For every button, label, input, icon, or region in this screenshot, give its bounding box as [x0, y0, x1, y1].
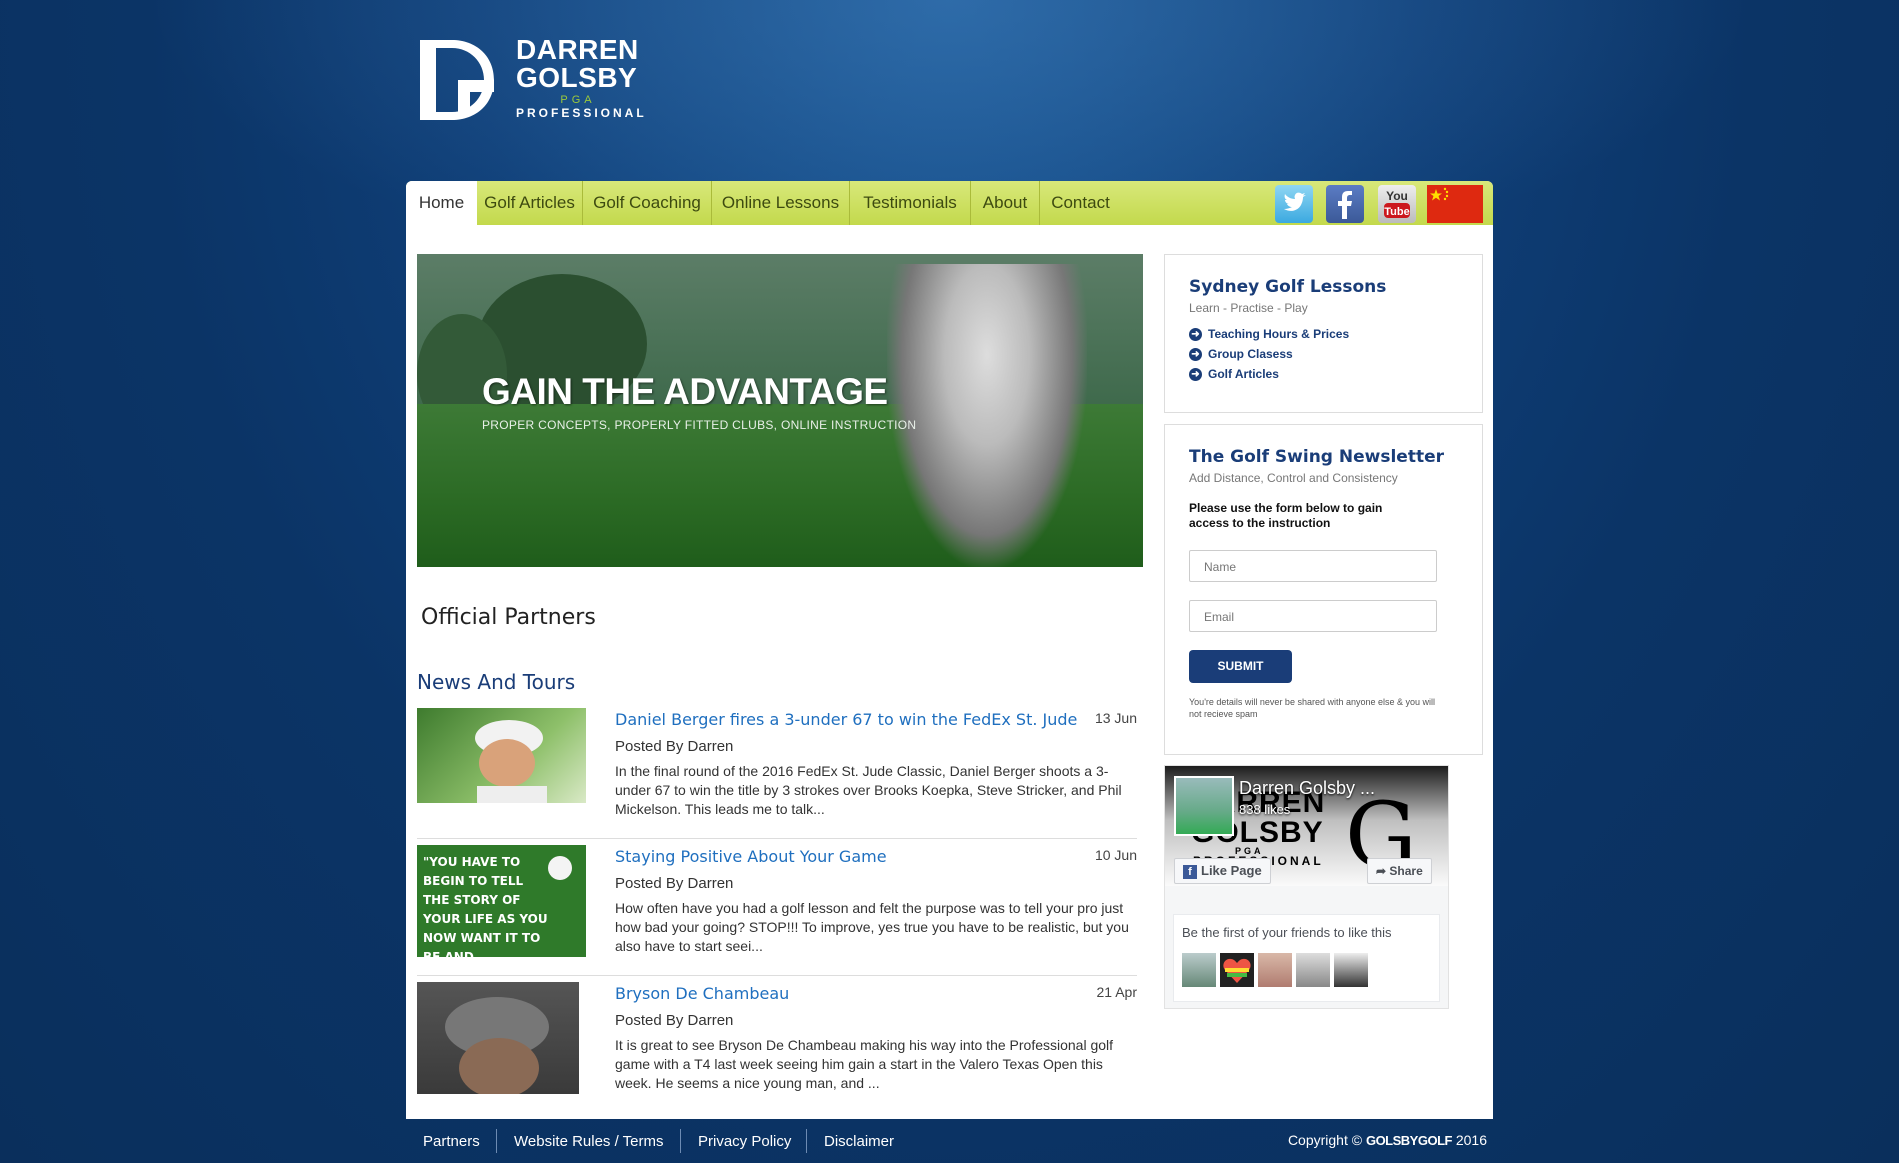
youtube-icon[interactable]: You Tube [1378, 185, 1416, 223]
news-excerpt: How often have you had a golf lesson and… [615, 900, 1129, 954]
twitter-icon[interactable] [1275, 185, 1313, 223]
news-title-link[interactable]: Daniel Berger fires a 3-under 67 to win … [615, 710, 1077, 729]
friend-avatar[interactable] [1258, 953, 1292, 987]
link-golf-articles[interactable]: ➜ Golf Articles [1189, 367, 1279, 382]
share-arrow-icon: ➦ [1376, 864, 1387, 878]
footer-partners-link[interactable]: Partners [423, 1133, 480, 1150]
friend-avatar[interactable] [1334, 953, 1368, 987]
footer: Partners Website Rules / Terms Privacy P… [406, 1119, 1493, 1163]
newsletter-subtitle: Add Distance, Control and Consistency [1189, 471, 1398, 485]
fb-cover[interactable]: DARRENGOLSBY PGA PROFESSIONAL G Darren G… [1165, 766, 1448, 886]
site-logo[interactable]: DARREN GOLSBY PGA PROFESSIONAL [414, 36, 644, 122]
nav-home[interactable]: Home [406, 181, 477, 225]
copyright-year: 2016 [1455, 1132, 1487, 1148]
footer-rules-link[interactable]: Website Rules / Terms [514, 1133, 664, 1150]
friend-avatar[interactable] [1296, 953, 1330, 987]
hero-title: GAIN THE ADVANTAGE [482, 371, 888, 412]
news-title-link[interactable]: Bryson De Chambeau [615, 984, 789, 1003]
fb-share-button[interactable]: ➦ Share [1367, 858, 1432, 884]
footer-divider [806, 1129, 807, 1153]
email-input[interactable]: Email [1189, 600, 1437, 632]
lessons-subtitle: Learn - Practise - Play [1189, 301, 1308, 315]
news-title-link[interactable]: Staying Positive About Your Game [615, 847, 887, 866]
news-item: Daniel Berger fires a 3-under 67 to win … [417, 700, 1137, 839]
copyright-prefix: Copyright © [1287, 1132, 1363, 1148]
news-author: Posted By Darren [615, 1012, 734, 1029]
fb-like-page-button[interactable]: f Like Page [1174, 858, 1271, 884]
name-input[interactable]: Name [1189, 550, 1437, 582]
hero-subtitle: PROPER CONCEPTS, PROPERLY FITTED CLUBS, … [482, 418, 917, 432]
nav-golf-articles[interactable]: Golf Articles [477, 181, 583, 225]
newsletter-title: The Golf Swing Newsletter [1189, 447, 1444, 467]
main-nav: Home Golf Articles Golf Coaching Online … [406, 181, 1493, 225]
copyright-brand: GOLSBYGOLF [1365, 1133, 1453, 1148]
newsletter-box: The Golf Swing Newsletter Add Distance, … [1164, 424, 1483, 755]
logo-pga: PGA [560, 94, 596, 106]
news-item: "YOU HAVE TO BEGIN TO TELL THE STORY OF … [417, 837, 1137, 976]
footer-disclaimer-link[interactable]: Disclaimer [824, 1133, 894, 1150]
news-date: 13 Jun [1094, 710, 1137, 726]
fb-avatar[interactable] [1174, 776, 1234, 836]
link-label: Golf Articles [1208, 367, 1279, 381]
arrow-right-icon: ➜ [1189, 348, 1202, 362]
main-container: Home Golf Articles Golf Coaching Online … [406, 181, 1493, 1119]
logo-text: DARREN GOLSBY PGA PROFESSIONAL [516, 34, 647, 121]
link-teaching-hours[interactable]: ➜ Teaching Hours & Prices [1189, 327, 1350, 342]
newsletter-instruction: Please use the form below to gain access… [1189, 501, 1383, 530]
nav-testimonials[interactable]: Testimonials [850, 181, 971, 225]
fb-like-label: Like Page [1201, 863, 1262, 878]
svg-text:Tube: Tube [1384, 206, 1409, 218]
fb-friends-text: Be the first of your friends to like thi… [1182, 925, 1392, 940]
facebook-page-widget: DARRENGOLSBY PGA PROFESSIONAL G Darren G… [1164, 765, 1449, 1009]
hero-golfer [887, 264, 1087, 567]
fb-page-name[interactable]: Darren Golsby ... [1239, 778, 1375, 799]
fb-likes-count: 838 likes [1239, 802, 1291, 817]
nav-about[interactable]: About [971, 181, 1040, 225]
link-label: Teaching Hours & Prices [1208, 327, 1350, 341]
footer-divider [680, 1129, 681, 1153]
china-flag-icon[interactable] [1427, 185, 1483, 223]
arrow-right-icon: ➜ [1189, 368, 1202, 382]
arrow-right-icon: ➜ [1189, 328, 1202, 342]
news-excerpt: It is great to see Bryson De Chambeau ma… [615, 1037, 1114, 1091]
footer-divider [496, 1129, 497, 1153]
news-thumbnail[interactable] [417, 982, 579, 1094]
logo-line2: GOLSBY [516, 62, 638, 93]
fb-logo-icon: f [1183, 864, 1197, 879]
submit-button[interactable]: SUBMIT [1189, 650, 1292, 683]
news-excerpt: In the final round of the 2016 FedEx St.… [615, 763, 1122, 817]
news-heading: News And Tours [417, 670, 576, 694]
friend-avatar[interactable] [1182, 953, 1216, 987]
fb-share-label: Share [1389, 864, 1423, 878]
nav-online-lessons[interactable]: Online Lessons [712, 181, 850, 225]
partners-heading: Official Partners [421, 605, 596, 630]
thumbnail-quote: "YOU HAVE TO BEGIN TO TELL THE STORY OF … [423, 855, 548, 957]
nav-contact[interactable]: Contact [1040, 181, 1121, 225]
link-group-classes[interactable]: ➜ Group Clasess [1189, 347, 1293, 362]
lessons-box: Sydney Golf Lessons Learn - Practise - P… [1164, 254, 1483, 413]
nav-golf-coaching[interactable]: Golf Coaching [583, 181, 712, 225]
link-label: Group Clasess [1208, 347, 1293, 361]
logo-line1: DARREN [516, 34, 639, 65]
newsletter-disclaimer: You're details will never be shared with… [1189, 697, 1436, 719]
news-date: 10 Jun [1094, 847, 1137, 863]
hero-banner[interactable]: GAIN THE ADVANTAGE PROPER CONCEPTS, PROP… [417, 254, 1143, 567]
news-date: 21 Apr [1096, 984, 1137, 1000]
copyright: Copyright © GOLSBYGOLF 2016 [1288, 1132, 1487, 1148]
fb-friends-box: Be the first of your friends to like thi… [1173, 914, 1440, 1002]
news-thumbnail[interactable]: "YOU HAVE TO BEGIN TO TELL THE STORY OF … [417, 845, 586, 957]
news-author: Posted By Darren [615, 738, 734, 755]
news-item: Bryson De Chambeau 21 Apr Posted By Darr… [417, 974, 1137, 1112]
friend-avatar[interactable] [1220, 953, 1254, 987]
lessons-title: Sydney Golf Lessons [1189, 277, 1387, 297]
logo-pro: PROFESSIONAL [516, 106, 647, 120]
news-author: Posted By Darren [615, 875, 734, 892]
svg-text:You: You [1386, 189, 1408, 203]
facebook-icon[interactable] [1326, 185, 1364, 223]
news-thumbnail[interactable] [417, 708, 586, 803]
logo-monogram [420, 40, 494, 120]
footer-privacy-link[interactable]: Privacy Policy [698, 1133, 791, 1150]
